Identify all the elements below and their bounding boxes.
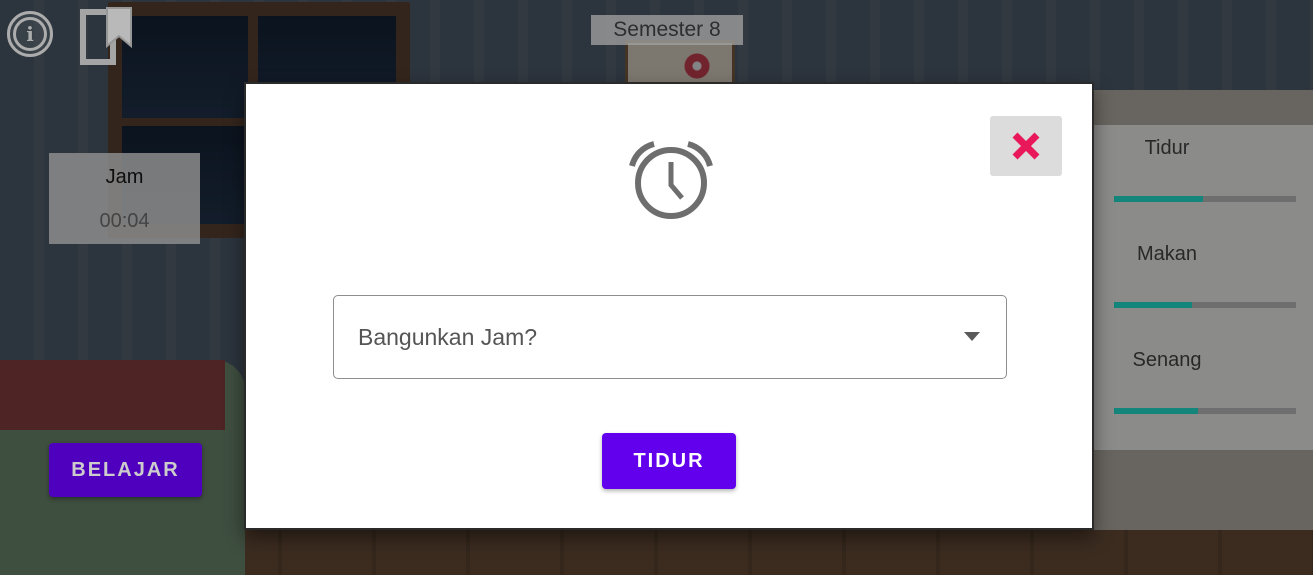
alarm-select-value: Bangunkan Jam? — [358, 324, 538, 350]
dropdown-arrow-icon — [964, 332, 980, 341]
close-icon — [1012, 132, 1040, 160]
tidur-button[interactable]: TIDUR — [602, 433, 736, 489]
alarm-clock-icon — [629, 141, 713, 219]
sleep-dialog: Bangunkan Jam? TIDUR — [244, 82, 1094, 530]
close-button[interactable] — [990, 116, 1062, 176]
alarm-select[interactable]: Bangunkan Jam? — [333, 295, 1007, 379]
